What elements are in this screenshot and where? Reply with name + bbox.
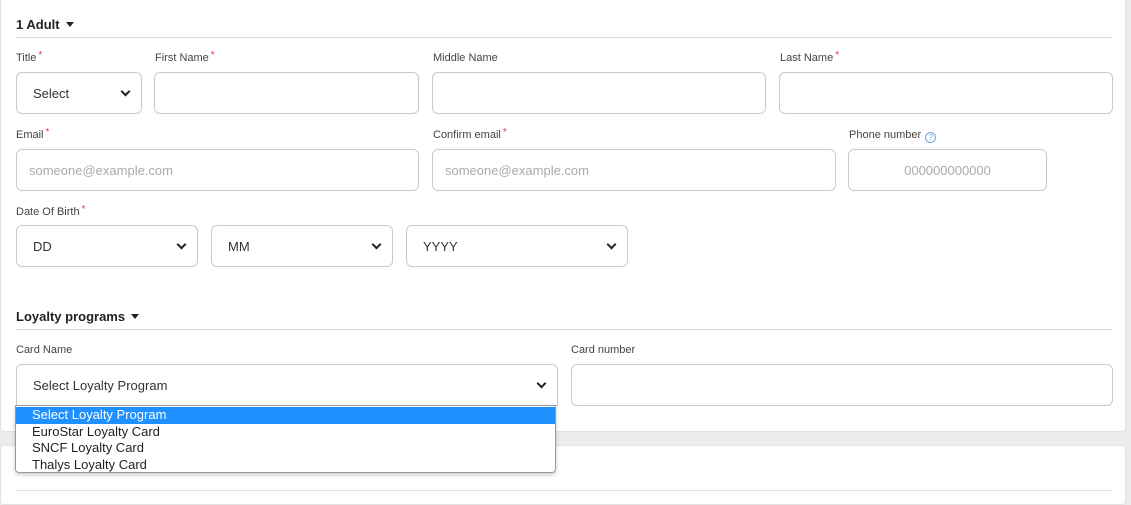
- divider: [15, 490, 1112, 491]
- chevron-down-icon: [176, 239, 187, 249]
- card-name-label: Card Name: [16, 344, 73, 356]
- first-name-input[interactable]: [154, 72, 419, 114]
- dob-year-select[interactable]: YYYY: [406, 225, 628, 267]
- caret-down-icon: [65, 22, 74, 27]
- middle-name-input[interactable]: [432, 72, 766, 114]
- passenger-heading: 1 Adult: [16, 17, 60, 32]
- loyalty-heading: Loyalty programs: [16, 309, 126, 324]
- caret-down-icon: [131, 314, 140, 319]
- card-number-input[interactable]: [571, 364, 1113, 406]
- question-circle-icon[interactable]: ?: [925, 132, 937, 143]
- chevron-down-icon: [606, 239, 617, 249]
- middle-name-label: Middle Name: [433, 52, 498, 64]
- chevron-down-icon: [120, 86, 131, 96]
- card-number-label: Card number: [571, 344, 636, 356]
- title-select[interactable]: Select: [16, 72, 142, 114]
- last-name-label: Last Name *: [780, 50, 840, 64]
- phone-field[interactable]: 000000000000: [848, 149, 1047, 191]
- dropdown-option[interactable]: Select Loyalty Program: [16, 407, 555, 424]
- email-field[interactable]: someone@example.com: [16, 149, 419, 191]
- confirm-email-label: Confirm email *: [433, 127, 507, 141]
- loyalty-section-toggle[interactable]: Loyalty programs: [16, 309, 140, 324]
- last-name-input[interactable]: [779, 72, 1113, 114]
- first-name-label: First Name *: [155, 50, 215, 64]
- dropdown-option[interactable]: Thalys Loyalty Card: [16, 457, 555, 474]
- dob-label: Date Of Birth *: [16, 204, 86, 218]
- dropdown-option[interactable]: SNCF Loyalty Card: [16, 440, 555, 457]
- chevron-down-icon: [536, 378, 547, 388]
- title-label: Title *: [16, 50, 43, 64]
- divider: [15, 329, 1112, 330]
- confirm-email-field[interactable]: someone@example.com: [432, 149, 836, 191]
- passenger-section-toggle[interactable]: 1 Adult: [16, 17, 74, 32]
- phone-label: Phone number?: [849, 129, 937, 143]
- email-label: Email *: [16, 127, 50, 141]
- passenger-card: 1 Adult Title * First Name * Middle Name L…: [0, 0, 1126, 432]
- loyalty-program-dropdown[interactable]: Select Loyalty Program EuroStar Loyalty …: [15, 405, 556, 473]
- card-name-select[interactable]: Select Loyalty Program: [16, 364, 558, 406]
- dropdown-option[interactable]: EuroStar Loyalty Card: [16, 424, 555, 441]
- chevron-down-icon: [371, 239, 382, 249]
- dob-month-select[interactable]: MM: [211, 225, 393, 267]
- dob-day-select[interactable]: DD: [16, 225, 198, 267]
- divider: [15, 37, 1112, 38]
